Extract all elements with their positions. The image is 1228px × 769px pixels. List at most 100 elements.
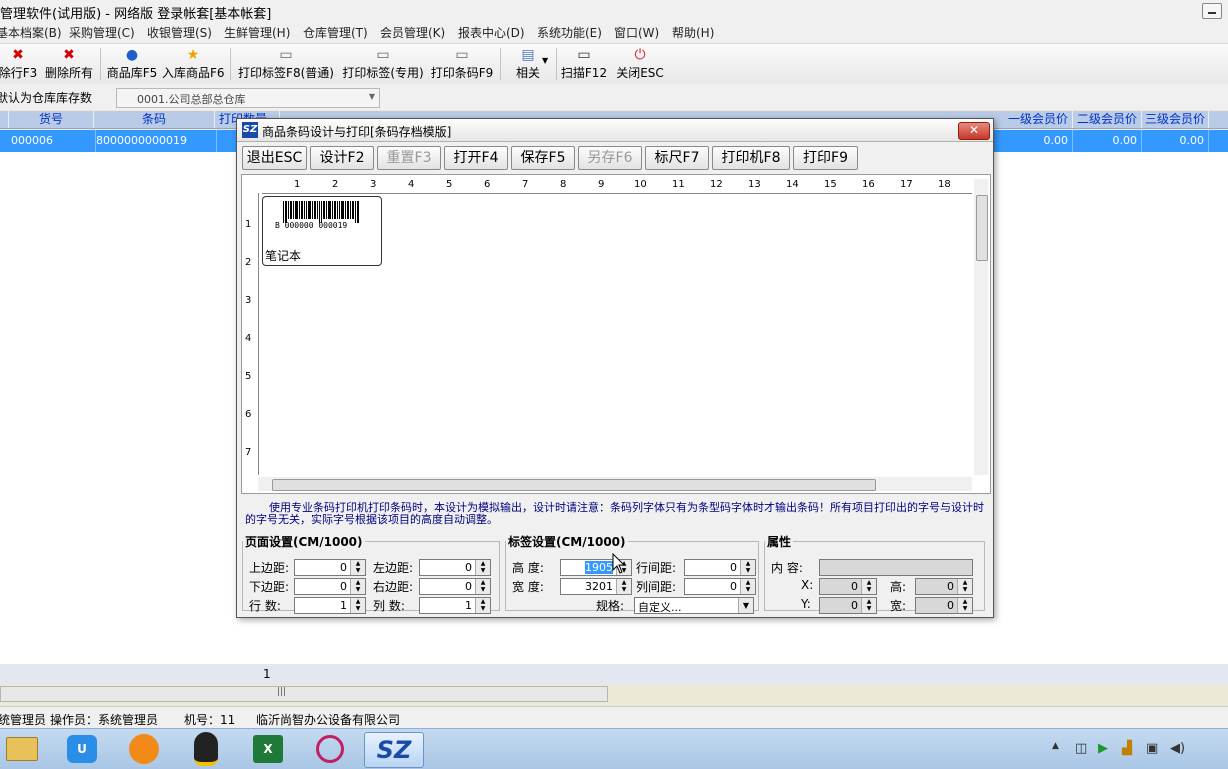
delete-all-button[interactable]: ✖ 删除所有	[44, 46, 94, 82]
file-explorer-icon[interactable]	[2, 732, 42, 766]
info-icon: ●	[125, 47, 139, 63]
column-header[interactable]	[0, 111, 9, 128]
top-margin-field[interactable]: 0 ▲ ▼	[294, 559, 366, 576]
cell-barcode[interactable]: 8000000000019	[94, 130, 217, 152]
print-label-normal-button[interactable]: ▭ 打印标签F8(普通)	[236, 46, 336, 82]
y-label: Y:	[801, 597, 811, 611]
tools-icon[interactable]	[310, 732, 350, 766]
vertical-scroll-thumb[interactable]	[976, 195, 988, 261]
row-gap-field[interactable]: 0 ▲ ▼	[684, 559, 756, 576]
column-header-code[interactable]: 货号	[9, 111, 94, 128]
menu-member[interactable]: 会员管理(K)	[380, 24, 445, 41]
rows-field[interactable]: 1 ▲ ▼	[294, 597, 366, 614]
grid-horizontal-scrollbar[interactable]: |||	[0, 686, 608, 702]
label-preview[interactable]: B 000000 000019 笔记本	[262, 196, 382, 266]
cell-member3-price[interactable]: 0.00	[1142, 130, 1209, 152]
spinner-arrows-icon: ▲ ▼	[861, 598, 876, 613]
window-titlebar: 管理软件(试用版) - 网络版 登录帐套[基本帐套]	[0, 0, 1228, 22]
content-field[interactable]	[819, 559, 973, 576]
status-operator: 操作员：系统管理员	[50, 713, 159, 727]
menu-purchase[interactable]: 采购管理(C)	[69, 24, 135, 41]
status-company: 临沂尚智办公设备有限公司	[256, 713, 401, 727]
element-width-label: 宽:	[890, 599, 907, 613]
menu-reports[interactable]: 报表中心(D)	[458, 24, 525, 41]
volume-icon[interactable]: ◀)	[1170, 741, 1185, 756]
scan-button[interactable]: ▭ 扫描F12	[560, 46, 608, 82]
play-icon[interactable]: ▶	[1098, 741, 1108, 756]
qq-icon[interactable]	[186, 732, 226, 766]
menu-help[interactable]: 帮助(H)	[672, 24, 714, 41]
element-width-field[interactable]: 0 ▲ ▼	[915, 597, 973, 614]
close-esc-button[interactable]: ⏻ 关闭ESC	[616, 46, 664, 82]
browser-icon[interactable]	[124, 732, 164, 766]
horizontal-scroll-thumb[interactable]	[272, 479, 876, 491]
spinner-arrows-icon: ▲ ▼	[475, 579, 490, 594]
menu-system[interactable]: 系统功能(E)	[537, 24, 602, 41]
toolbar-divider	[556, 48, 557, 80]
barcode-digits: B 000000 000019	[275, 221, 348, 230]
excel-icon[interactable]: X	[248, 732, 288, 766]
window-title: 管理软件(试用版) - 网络版 登录帐套[基本帐套]	[0, 7, 272, 22]
x-field[interactable]: 0 ▲ ▼	[819, 578, 877, 595]
signal-icon[interactable]: ▟	[1122, 741, 1132, 756]
y-field[interactable]: 0 ▲ ▼	[819, 597, 877, 614]
right-margin-field[interactable]: 0 ▲ ▼	[419, 578, 491, 595]
cell-code[interactable]: 000006	[9, 130, 96, 152]
label-width-field[interactable]: 3201 ▲ ▼	[560, 578, 632, 595]
dialog-title: 商品条码设计与打印[条码存档模版]	[262, 125, 452, 139]
top-margin-label: 上边距:	[249, 561, 290, 575]
save-button[interactable]: 保存F5	[511, 146, 575, 170]
column-header-member3[interactable]: 三级会员价	[1142, 111, 1209, 128]
spinner-arrows-icon: ▲ ▼	[861, 579, 876, 594]
menu-fresh[interactable]: 生鲜管理(H)	[224, 24, 290, 41]
column-header-member1[interactable]: 一级会员价	[1004, 111, 1073, 128]
col-gap-field[interactable]: 0 ▲ ▼	[684, 578, 756, 595]
menu-basic-files[interactable]: 基本档案(B)	[0, 24, 62, 41]
printer-button[interactable]: 打印机F8	[712, 146, 790, 170]
spinner-arrows-icon: ▲ ▼	[350, 579, 365, 594]
spinner-arrows-icon: ▲ ▼	[616, 579, 631, 594]
star-icon: ★	[186, 47, 200, 63]
design-button[interactable]: 设计F2	[310, 146, 374, 170]
cols-field[interactable]: 1 ▲ ▼	[419, 597, 491, 614]
column-header-barcode[interactable]: 条码	[94, 111, 215, 128]
product-name-text[interactable]: 笔记本	[265, 247, 301, 264]
print-button[interactable]: 打印F9	[793, 146, 858, 170]
print-label-special-button[interactable]: ▭ 打印标签(专用)	[340, 46, 426, 82]
menu-window[interactable]: 窗口(W)	[614, 24, 659, 41]
print-barcode-button[interactable]: ▭ 打印条码F9	[430, 46, 494, 82]
spinner-arrows-icon: ▲ ▼	[350, 560, 365, 575]
spec-select[interactable]: 自定义... ▼	[634, 597, 754, 614]
usb-icon[interactable]: ◫	[1075, 741, 1087, 756]
app-blue-icon[interactable]: U	[62, 732, 102, 766]
cell-member1-price[interactable]: 0.00	[1004, 130, 1073, 152]
exit-button[interactable]: 退出ESC	[242, 146, 307, 170]
save-as-button[interactable]: 另存F6	[578, 146, 642, 170]
menu-warehouse[interactable]: 仓库管理(T)	[303, 24, 368, 41]
left-margin-label: 左边距:	[373, 561, 414, 575]
chevron-down-icon: ▼	[368, 92, 375, 101]
element-height-field[interactable]: 0 ▲ ▼	[915, 578, 973, 595]
menu-cashier[interactable]: 收银管理(S)	[147, 24, 212, 41]
dialog-close-button[interactable]: ✕	[958, 122, 990, 140]
sz-app-icon[interactable]: SZ	[364, 732, 424, 768]
toolbar: ✖ 除行F3 ✖ 删除所有 ● 商品库F5 ★ 入库商品F6 ▭ 打印标签F8(…	[0, 43, 1228, 85]
stock-in-button[interactable]: ★ 入库商品F6	[162, 46, 225, 82]
open-button[interactable]: 打开F4	[444, 146, 508, 170]
reset-button[interactable]: 重置F3	[377, 146, 441, 170]
bottom-margin-field[interactable]: 0 ▲ ▼	[294, 578, 366, 595]
minimize-button[interactable]	[1202, 3, 1222, 19]
design-canvas[interactable]: 123 456 789 10 11 12 13 14 15 16 17 18 123 456…	[241, 174, 991, 494]
left-margin-field[interactable]: 0 ▲ ▼	[419, 559, 491, 576]
product-library-button[interactable]: ● 商品库F5	[106, 46, 158, 82]
tray-expand-icon[interactable]: ▲	[1052, 741, 1059, 751]
delete-icon: ✖	[63, 47, 75, 63]
chevron-down-icon[interactable]: ▼	[542, 56, 548, 65]
cell-member2-price[interactable]: 0.00	[1073, 130, 1142, 152]
element-height-label: 高:	[890, 580, 907, 594]
warehouse-select[interactable]: 0001.公司总部总仓库 ▼	[116, 88, 380, 108]
network-icon[interactable]: ▣	[1146, 741, 1158, 756]
ruler-button[interactable]: 标尺F7	[645, 146, 709, 170]
column-header-member2[interactable]: 二级会员价	[1073, 111, 1142, 128]
delete-row-button[interactable]: ✖ 除行F3	[0, 46, 38, 82]
